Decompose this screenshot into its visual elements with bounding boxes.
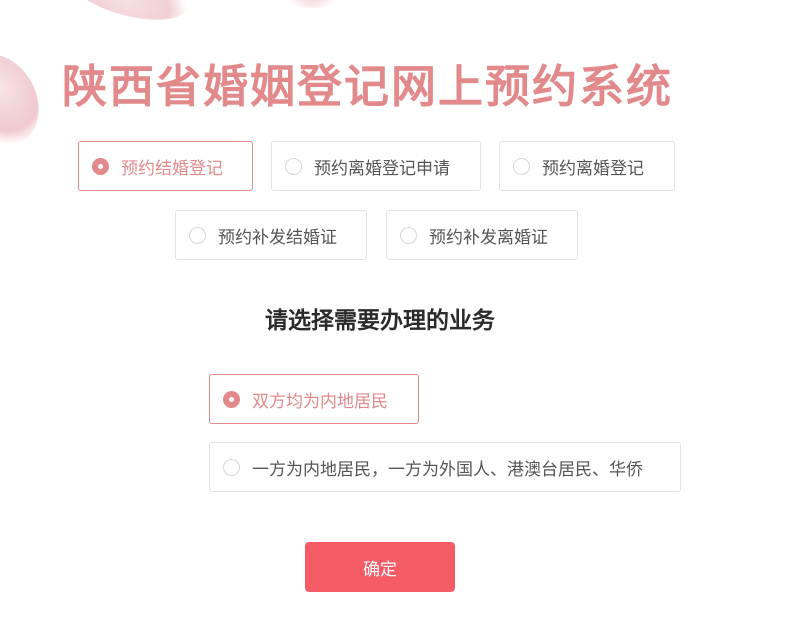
confirm-button[interactable]: 确定 xyxy=(305,542,455,592)
business-option-both-mainland[interactable]: 双方均为内地居民 xyxy=(209,374,419,424)
decorative-petal xyxy=(286,0,338,8)
service-option-marriage[interactable]: 预约结婚登记 xyxy=(78,141,253,191)
service-option-reissue-marriage-cert[interactable]: 预约补发结婚证 xyxy=(175,210,367,260)
business-option-label: 双方均为内地居民 xyxy=(252,391,388,412)
business-option-one-foreign[interactable]: 一方为内地居民，一方为外国人、港澳台居民、华侨 xyxy=(209,442,681,492)
service-option-label: 预约离婚登记申请 xyxy=(314,158,450,179)
service-option-reissue-divorce-cert[interactable]: 预约补发离婚证 xyxy=(386,210,578,260)
service-option-label: 预约结婚登记 xyxy=(121,158,223,179)
service-option-label: 预约离婚登记 xyxy=(542,158,644,179)
radio-icon[interactable] xyxy=(285,157,302,175)
radio-icon[interactable] xyxy=(223,458,240,476)
radio-icon[interactable] xyxy=(513,157,530,175)
business-option-label: 一方为内地居民，一方为外国人、港澳台居民、华侨 xyxy=(252,459,643,480)
service-option-label: 预约补发离婚证 xyxy=(429,227,548,248)
radio-icon[interactable] xyxy=(223,390,240,408)
decorative-petal xyxy=(0,40,55,160)
service-option-label: 预约补发结婚证 xyxy=(218,227,337,248)
page-title: 陕西省婚姻登记网上预约系统 xyxy=(62,60,674,113)
radio-icon[interactable] xyxy=(189,226,206,244)
radio-icon[interactable] xyxy=(92,157,109,175)
service-option-divorce[interactable]: 预约离婚登记 xyxy=(499,141,675,191)
decorative-petal xyxy=(66,0,194,30)
service-option-divorce-application[interactable]: 预约离婚登记申请 xyxy=(271,141,481,191)
business-heading: 请选择需要办理的业务 xyxy=(265,308,495,334)
radio-icon[interactable] xyxy=(400,226,417,244)
